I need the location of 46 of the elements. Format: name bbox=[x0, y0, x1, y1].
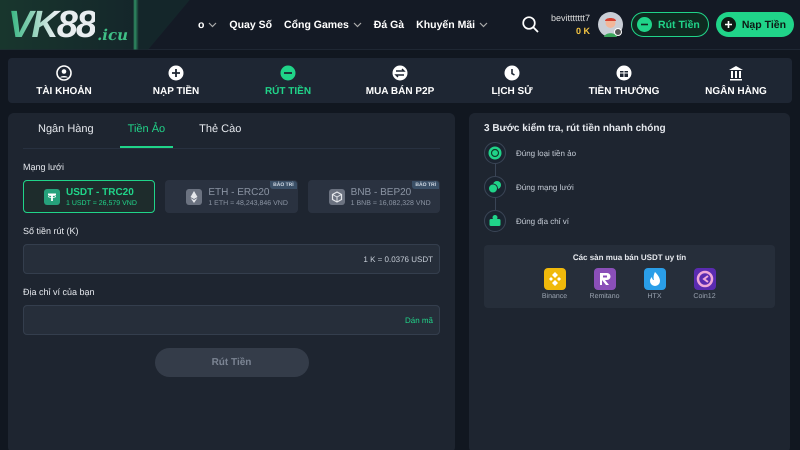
nav-item[interactable]: o bbox=[192, 18, 224, 30]
step-text: Đúng loại tiền ảo bbox=[516, 148, 576, 158]
nav-item[interactable]: Cổng Games bbox=[278, 18, 368, 30]
step-text: Đúng mạng lưới bbox=[516, 182, 574, 192]
username: bevittttttt7 bbox=[551, 13, 590, 23]
menu-tab[interactable]: MUA BÁN P2P bbox=[344, 58, 456, 103]
deposit-button[interactable]: Nạp Tiền bbox=[716, 12, 794, 37]
minus-icon bbox=[637, 17, 652, 32]
field-label: Mạng lưới bbox=[23, 162, 65, 172]
logo[interactable]: VK88.icu bbox=[0, 0, 190, 50]
nav-item[interactable]: Đá Gà bbox=[368, 18, 410, 30]
menu-tab[interactable]: NẠP TIỀN bbox=[120, 58, 232, 103]
tab[interactable]: Tiền Ảo bbox=[120, 113, 174, 148]
paste-link[interactable]: Dán mã bbox=[404, 316, 433, 324]
field-label: Số tiền rút (K) bbox=[23, 226, 80, 236]
guide-title: 3 Bước kiểm tra, rút tiền nhanh chóng bbox=[484, 123, 667, 134]
cube-icon bbox=[328, 188, 345, 204]
swap-icon bbox=[392, 64, 408, 80]
nav-item[interactable]: Khuyến Mãi bbox=[410, 18, 494, 30]
menu-tab[interactable]: TIỀN THƯỞNG bbox=[568, 58, 680, 103]
menu-tab[interactable]: LỊCH SỬ bbox=[456, 58, 568, 103]
tether-icon bbox=[44, 188, 60, 204]
nav-item[interactable]: Quay Số bbox=[223, 18, 278, 30]
menu-tab[interactable]: NGÂN HÀNG bbox=[680, 58, 792, 103]
avatar[interactable] bbox=[598, 12, 624, 37]
gift-icon bbox=[616, 64, 632, 80]
bank-icon bbox=[728, 64, 744, 80]
plus-icon bbox=[168, 64, 184, 80]
menu-tab[interactable]: TÀI KHOẢN bbox=[8, 58, 120, 103]
exchanges-title: Các sàn mua bán USDT uy tín bbox=[572, 253, 686, 262]
balance: 0 K bbox=[576, 26, 590, 36]
search-icon[interactable] bbox=[522, 16, 539, 33]
plus-icon bbox=[720, 17, 736, 32]
user-icon bbox=[56, 64, 72, 80]
withdraw-button[interactable]: Rút Tiền bbox=[631, 12, 709, 37]
field-label: Địa chỉ ví của bạn bbox=[23, 287, 96, 297]
amount-field[interactable]: 1 K = 0.0376 USDT bbox=[23, 244, 440, 274]
tab[interactable]: Thẻ Cào bbox=[191, 113, 250, 148]
clock-icon bbox=[504, 64, 520, 80]
address-field[interactable]: Dán mã bbox=[23, 305, 440, 335]
tab[interactable]: Ngân Hàng bbox=[30, 113, 102, 148]
minus-icon bbox=[280, 64, 296, 80]
menu-tab[interactable]: RÚT TIỀN bbox=[232, 58, 344, 103]
step-text: Đúng địa chỉ ví bbox=[516, 216, 569, 226]
rate-hint: 1 K = 0.0376 USDT bbox=[363, 254, 433, 264]
ethereum-icon bbox=[186, 188, 202, 204]
